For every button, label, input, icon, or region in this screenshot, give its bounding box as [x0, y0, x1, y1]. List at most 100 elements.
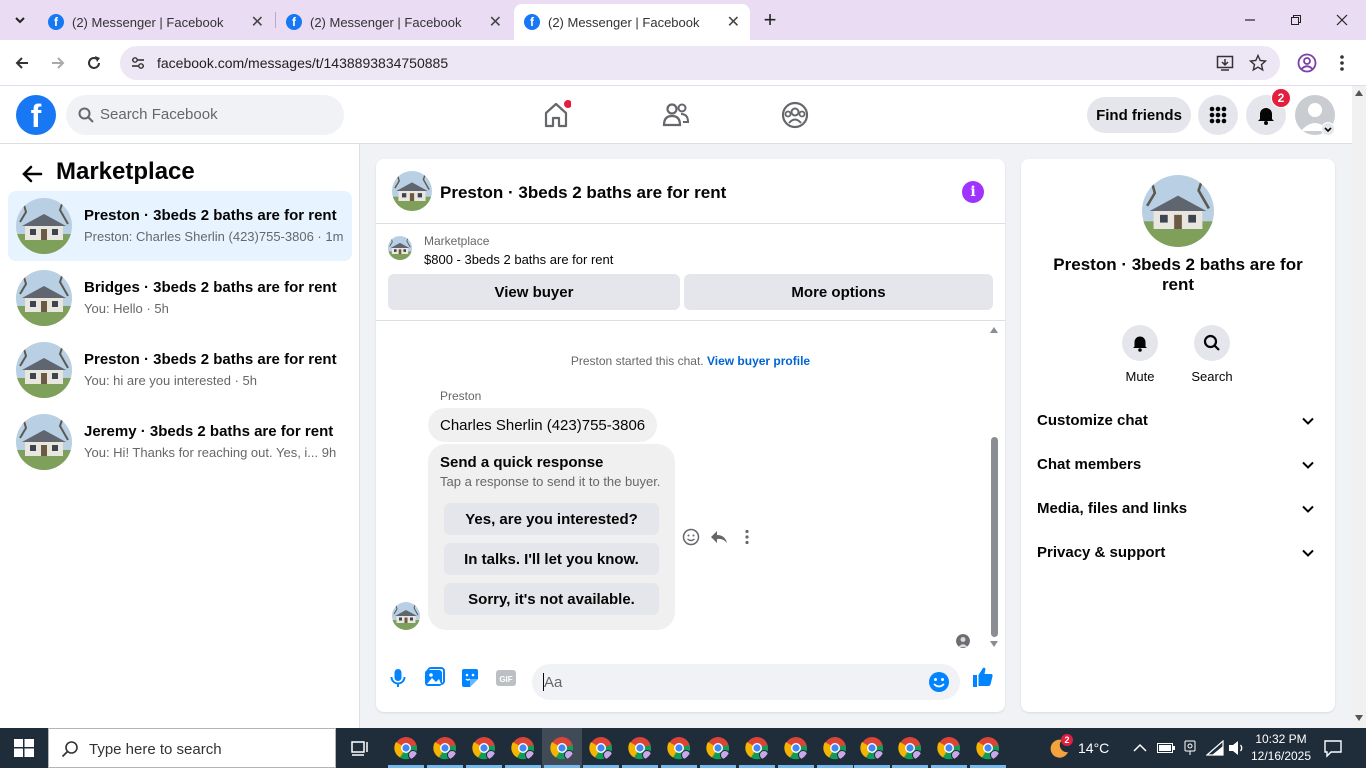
back-arrow-icon[interactable] — [7, 48, 37, 78]
sender-avatar[interactable] — [392, 602, 420, 630]
windows-start-icon[interactable] — [14, 739, 34, 757]
wifi-icon[interactable] — [1206, 740, 1224, 756]
bookmark-star-icon[interactable] — [1249, 54, 1267, 72]
menu-grid-icon[interactable] — [1198, 95, 1238, 135]
emoji-picker-icon[interactable] — [928, 671, 950, 693]
scroll-up-arrow-icon[interactable] — [1355, 90, 1363, 96]
site-settings-icon[interactable] — [130, 55, 146, 71]
taskbar-chrome-icon[interactable] — [823, 736, 847, 760]
chevron-up-icon[interactable] — [1133, 742, 1147, 754]
taskbar-chrome-icon[interactable] — [628, 736, 652, 760]
chat-title[interactable]: Preston · 3beds 2 baths are for rent — [440, 183, 726, 203]
back-arrow-icon[interactable] — [20, 162, 44, 186]
taskbar-chrome-icon[interactable] — [433, 736, 457, 760]
close-window-icon[interactable] — [1322, 6, 1362, 34]
browser-tab-1[interactable]: f (2) Messenger | Facebook ✕ — [38, 4, 274, 40]
groups-icon[interactable] — [780, 100, 810, 130]
conversation-item-selected[interactable]: Preston · 3beds 2 baths are for rent Pre… — [8, 191, 352, 261]
taskbar-chrome-icon[interactable] — [394, 736, 418, 760]
info-icon[interactable]: i — [962, 181, 984, 203]
tab-search-chevron-icon[interactable] — [2, 6, 38, 34]
thumbs-up-icon[interactable] — [971, 665, 995, 689]
install-app-icon[interactable] — [1216, 54, 1234, 72]
address-bar[interactable]: facebook.com/messages/t/1438893834750885 — [120, 46, 1280, 80]
gif-icon[interactable]: GIF — [494, 666, 518, 690]
browser-menu-icon[interactable] — [1336, 53, 1348, 73]
taskbar-chrome-icon[interactable] — [898, 736, 922, 760]
view-buyer-profile-link[interactable]: View buyer profile — [707, 354, 810, 368]
browser-tab-3-active[interactable]: f (2) Messenger | Facebook ✕ — [514, 4, 750, 40]
microphone-icon[interactable] — [386, 666, 410, 690]
media-files-links-section[interactable]: Media, files and links — [1029, 489, 1327, 529]
facebook-logo[interactable]: f — [16, 95, 56, 135]
scroll-down-arrow-icon[interactable] — [1355, 715, 1363, 721]
view-buyer-button[interactable]: View buyer — [388, 274, 680, 310]
home-icon[interactable] — [541, 100, 571, 130]
svg-text:GIF: GIF — [499, 675, 512, 684]
listing-price[interactable]: $800 - 3beds 2 baths are for rent — [424, 252, 613, 267]
taskbar-chrome-icon[interactable] — [976, 736, 1000, 760]
friends-icon[interactable] — [661, 100, 691, 130]
taskbar-search-box[interactable]: Type here to search — [48, 728, 336, 768]
scroll-down-arrow-icon[interactable] — [990, 641, 998, 647]
volume-icon[interactable] — [1228, 740, 1246, 756]
notification-count-badge: 2 — [1271, 88, 1291, 108]
taskbar-chrome-icon[interactable] — [511, 736, 535, 760]
search-in-conversation-button[interactable]: Search — [1182, 325, 1242, 384]
close-tab-icon[interactable]: ✕ — [727, 12, 740, 32]
privacy-support-section[interactable]: Privacy & support — [1029, 533, 1327, 573]
search-facebook-input[interactable]: Search Facebook — [66, 95, 344, 135]
chat-thumbnail[interactable] — [392, 171, 432, 211]
sticker-icon[interactable] — [458, 666, 482, 690]
browser-tab-2[interactable]: f (2) Messenger | Facebook ✕ — [276, 4, 512, 40]
customize-chat-section[interactable]: Customize chat — [1029, 401, 1327, 441]
account-chevron-icon[interactable] — [1321, 122, 1335, 136]
close-tab-icon[interactable]: ✕ — [251, 12, 264, 32]
taskbar-chrome-icon[interactable] — [860, 736, 884, 760]
forward-arrow-icon[interactable] — [43, 48, 73, 78]
battery-icon[interactable] — [1157, 742, 1175, 754]
task-view-icon[interactable] — [350, 738, 370, 758]
details-thumbnail[interactable] — [1142, 175, 1214, 247]
react-emoji-icon[interactable] — [682, 528, 700, 546]
taskbar-weather[interactable]: 2 14°C — [1048, 728, 1109, 768]
taskbar-chrome-icon[interactable] — [706, 736, 730, 760]
new-tab-plus-icon[interactable]: + — [750, 6, 790, 34]
quick-response-button[interactable]: Sorry, it's not available. — [444, 583, 659, 615]
chat-members-section[interactable]: Chat members — [1029, 445, 1327, 485]
scroll-thumb[interactable] — [991, 437, 998, 637]
taskbar-chrome-icon[interactable] — [589, 736, 613, 760]
listing-thumbnail[interactable] — [388, 236, 412, 260]
taskbar-chrome-icon[interactable] — [472, 736, 496, 760]
notification-center-icon[interactable] — [1323, 738, 1343, 758]
scroll-up-arrow-icon[interactable] — [990, 327, 998, 333]
close-tab-icon[interactable]: ✕ — [489, 12, 502, 32]
minimize-window-icon[interactable] — [1230, 6, 1270, 34]
conversation-item[interactable]: Preston · 3beds 2 baths are for rent You… — [8, 335, 352, 405]
reply-icon[interactable] — [710, 528, 728, 546]
message-bubble[interactable]: Charles Sherlin (423)755-3806 — [428, 408, 658, 442]
find-friends-button[interactable]: Find friends — [1087, 97, 1191, 133]
taskbar-clock[interactable]: 10:32 PM 12/16/2025 — [1248, 731, 1314, 765]
restore-window-icon[interactable] — [1276, 6, 1316, 34]
taskbar-chrome-icon[interactable] — [745, 736, 769, 760]
message-input[interactable]: Aa — [532, 664, 960, 700]
conversation-snippet: You: Hello · 5h — [84, 301, 169, 316]
quick-response-button[interactable]: In talks. I'll let you know. — [444, 543, 659, 575]
taskbar-chrome-icon[interactable] — [937, 736, 961, 760]
mute-button[interactable]: Mute — [1110, 325, 1170, 384]
more-options-button[interactable]: More options — [684, 274, 993, 310]
taskbar-chrome-icon[interactable] — [784, 736, 808, 760]
taskbar-chrome-icon[interactable] — [667, 736, 691, 760]
profile-icon[interactable] — [1297, 53, 1317, 73]
more-vertical-icon[interactable] — [738, 528, 756, 546]
photo-gallery-icon[interactable] — [422, 666, 446, 690]
taskbar-chrome-icon[interactable] — [550, 736, 574, 760]
conversation-item[interactable]: Jeremy · 3beds 2 baths are for rent You:… — [8, 407, 352, 477]
reload-icon[interactable] — [79, 48, 109, 78]
conversation-item[interactable]: Bridges · 3beds 2 baths are for rent You… — [8, 263, 352, 333]
quick-response-button[interactable]: Yes, are you interested? — [444, 503, 659, 535]
network-device-icon[interactable] — [1182, 740, 1198, 756]
chat-scrollbar[interactable] — [988, 327, 1000, 647]
page-scrollbar[interactable] — [1352, 86, 1366, 728]
